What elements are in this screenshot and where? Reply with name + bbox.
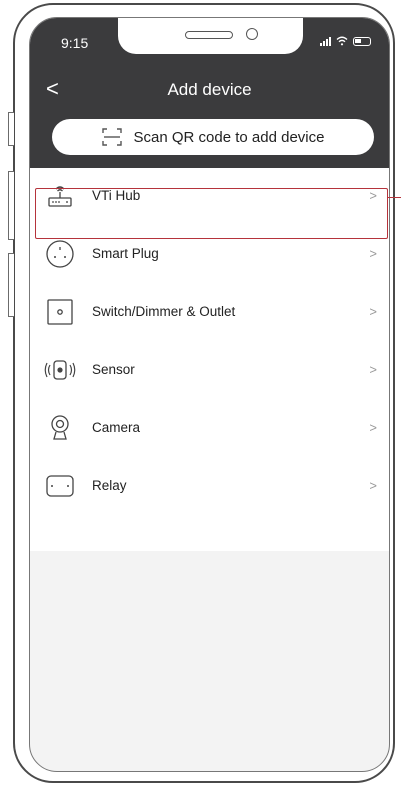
side-button-3 — [8, 253, 14, 317]
device-label: Sensor — [92, 362, 135, 377]
relay-icon — [46, 475, 74, 497]
chevron-right-icon: > — [369, 420, 377, 435]
device-label: Smart Plug — [92, 246, 159, 261]
front-camera-icon — [246, 28, 258, 40]
scan-qr-label: Scan QR code to add device — [133, 128, 325, 146]
side-button-2 — [8, 171, 14, 240]
side-button-1 — [8, 112, 14, 146]
chevron-right-icon: > — [369, 304, 377, 319]
app-header: 9:15 < Add device Scan QR code to add de… — [30, 18, 389, 168]
device-row-relay[interactable]: Relay > — [36, 462, 385, 512]
sensor-icon — [44, 360, 76, 380]
scan-qr-icon — [101, 128, 122, 146]
device-row-sensor[interactable]: Sensor > — [36, 346, 385, 396]
status-icons — [320, 36, 371, 46]
plug-icon — [46, 240, 74, 268]
battery-icon — [353, 36, 371, 46]
chevron-right-icon: > — [369, 362, 377, 377]
device-label: Relay — [92, 478, 127, 493]
page-title: Add device — [167, 80, 252, 99]
device-row-switch-dimmer-outlet[interactable]: Switch/Dimmer & Outlet > — [36, 288, 385, 338]
camera-icon — [51, 415, 69, 440]
chevron-right-icon: > — [369, 478, 377, 493]
wifi-icon — [336, 36, 348, 46]
scan-qr-button[interactable]: Scan QR code to add device — [52, 119, 374, 155]
switch-icon — [47, 299, 73, 325]
chevron-right-icon: > — [369, 246, 377, 261]
notch — [118, 18, 303, 54]
signal-icon — [320, 36, 331, 46]
device-label: Switch/Dimmer & Outlet — [92, 304, 236, 319]
device-row-camera[interactable]: Camera > — [36, 404, 385, 454]
speaker-icon — [185, 31, 233, 39]
status-time: 9:15 — [61, 35, 89, 51]
phone-screen: 9:15 < Add device Scan QR code to add de… — [29, 17, 390, 772]
device-label: Camera — [92, 420, 141, 435]
callout-line — [388, 197, 401, 199]
highlight-box — [35, 188, 388, 239]
